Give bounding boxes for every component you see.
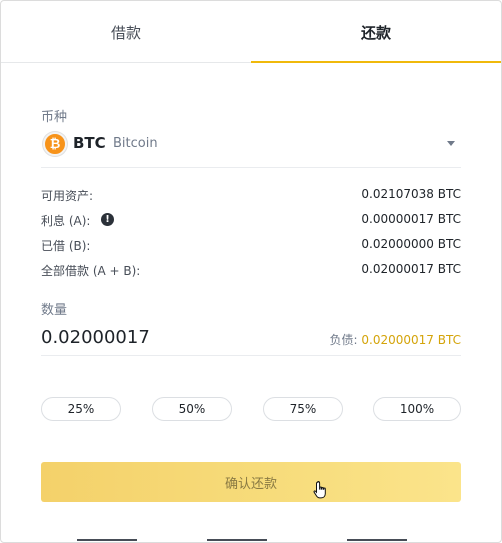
available-assets-value: 0.02107038 BTC (361, 187, 461, 201)
currency-symbol: BTC (73, 134, 106, 152)
debt-display: 负债: 0.02000017 BTC (330, 331, 461, 348)
repay-panel: 借款 还款 币种 ₿ BTC Bitcoin 可用资产: 0.02107038 … (0, 0, 502, 543)
percent-50-button[interactable]: 50% (152, 397, 232, 421)
tab-divider (1, 62, 251, 63)
currency-label: 币种 (41, 110, 68, 125)
tab-borrow[interactable]: 借款 (1, 1, 251, 63)
currency-name: Bitcoin (113, 136, 158, 151)
available-assets-label: 可用资产: (41, 189, 94, 203)
warning-icon[interactable]: ! (101, 213, 114, 226)
borrowed-label: 已借 (B): (41, 239, 91, 253)
debt-unit: BTC (437, 333, 461, 347)
percent-100-button[interactable]: 100% (373, 397, 461, 421)
chevron-down-icon[interactable] (447, 141, 455, 146)
active-tab-indicator (251, 61, 501, 63)
available-assets-row: 可用资产: 0.02107038 BTC (41, 187, 461, 205)
total-borrowed-label: 全部借款 (A + B): (41, 264, 141, 278)
amount-label: 数量 (41, 303, 68, 318)
hand-cursor-icon (313, 480, 326, 499)
bitcoin-icon: ₿ (43, 132, 67, 156)
debt-value: 0.02000017 (361, 333, 434, 347)
amount-input[interactable] (41, 324, 291, 350)
tab-repay[interactable]: 还款 (251, 1, 501, 63)
currency-select[interactable]: ₿ BTC Bitcoin (41, 129, 461, 168)
debt-label: 负债: (329, 333, 358, 347)
percent-25-button[interactable]: 25% (41, 397, 121, 421)
interest-value: 0.00000017 BTC (361, 212, 461, 226)
percent-75-button[interactable]: 75% (263, 397, 343, 421)
interest-row: 利息 (A): ! 0.00000017 BTC (41, 212, 461, 230)
confirm-repay-button[interactable]: 确认还款 (41, 462, 461, 502)
amount-field: 负债: 0.02000017 BTC (41, 323, 461, 356)
borrowed-value: 0.02000000 BTC (361, 237, 461, 251)
tab-bar: 借款 还款 (1, 1, 501, 63)
borrowed-row: 已借 (B): 0.02000000 BTC (41, 237, 461, 255)
total-borrowed-value: 0.02000017 BTC (361, 262, 461, 276)
interest-label: 利息 (A): (41, 214, 91, 228)
total-borrowed-row: 全部借款 (A + B): 0.02000017 BTC (41, 262, 461, 280)
